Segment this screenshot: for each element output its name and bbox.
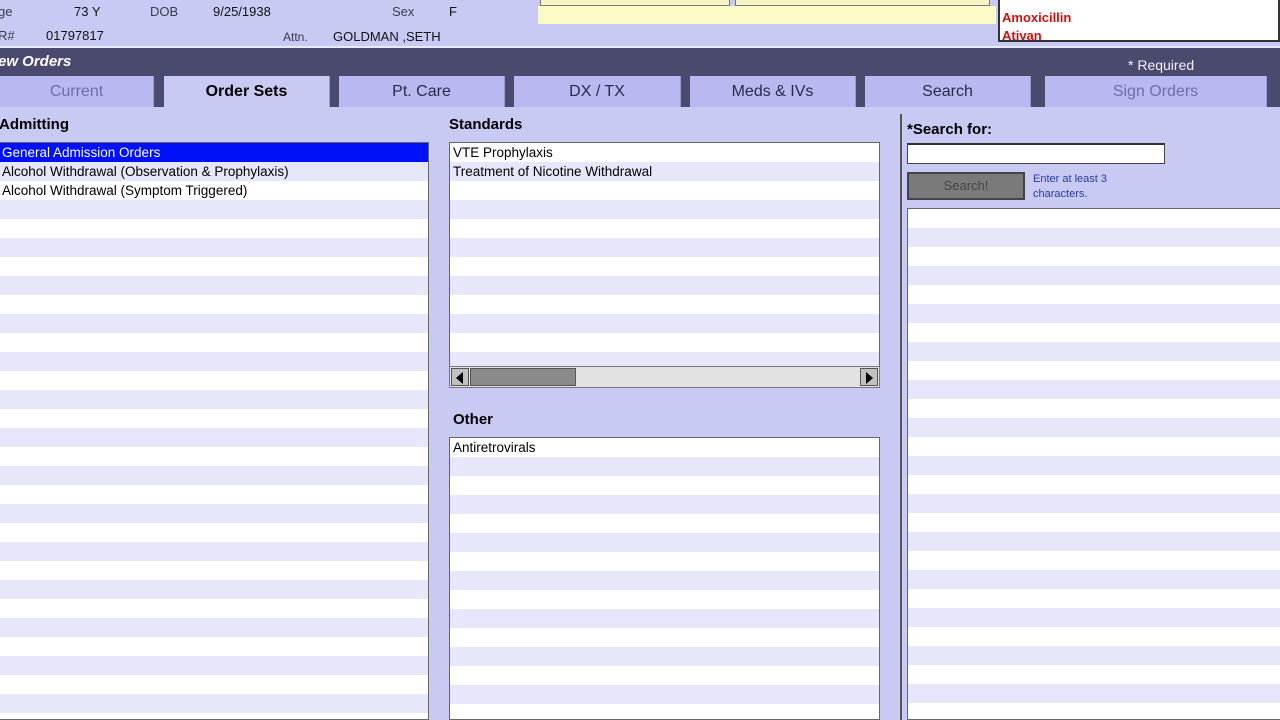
page-title: ew Orders [0, 53, 72, 70]
attn-value: GOLDMAN ,SETH [333, 29, 441, 44]
search-results-list[interactable] [907, 208, 1280, 720]
list-item[interactable]: Antiretrovirals [450, 438, 879, 457]
list-item[interactable]: Treatment of Nicotine Withdrawal [450, 162, 879, 181]
tab-bar: Current Order Sets Pt. Care DX / TX Meds… [0, 76, 1280, 107]
dob-value: 9/25/1938 [213, 4, 271, 19]
sex-label: Sex [392, 4, 415, 19]
tab-search[interactable]: Search [865, 76, 1031, 107]
mrn-label: R# [0, 28, 15, 43]
tab-sign-orders[interactable]: Sign Orders [1045, 76, 1267, 107]
search-label: *Search for: [907, 121, 993, 138]
patient-header: ge 73 Y DOB 9/25/1938 Sex F R# 01797817 … [0, 0, 1280, 46]
title-bar: ew Orders * Required [0, 46, 1280, 76]
dob-label: DOB [150, 4, 179, 19]
list-item[interactable]: VTE Prophylaxis [450, 143, 879, 162]
list-item[interactable]: General Admission Orders [0, 143, 428, 162]
allergy-item: Ativan [1002, 28, 1042, 42]
search-input[interactable] [907, 143, 1165, 164]
header-dropdown-1[interactable] [540, 0, 730, 6]
attn-label: Attn. [283, 30, 308, 44]
allergy-list: Amoxicillin Ativan [998, 0, 1280, 42]
allergy-item: Amoxicillin [1002, 10, 1072, 25]
header-note-area [538, 6, 996, 24]
age-value: 73 Y [74, 4, 101, 19]
tab-order-sets[interactable]: Order Sets [164, 76, 330, 107]
mrn-value: 01797817 [46, 28, 104, 43]
age-label: ge [0, 4, 13, 19]
other-list[interactable]: Antiretrovirals [449, 437, 880, 720]
search-hint: Enter at least 3 characters. [1033, 173, 1107, 200]
scroll-left-icon[interactable] [451, 368, 469, 386]
tab-meds-ivs[interactable]: Meds & IVs [690, 76, 856, 107]
required-note: * Required [1128, 57, 1195, 73]
list-item[interactable]: Alcohol Withdrawal (Observation & Prophy… [0, 162, 428, 181]
scroll-right-icon[interactable] [860, 368, 878, 386]
tab-current[interactable]: Current [0, 76, 154, 107]
sex-value: F [449, 4, 457, 19]
other-label: Other [453, 411, 494, 428]
standards-label: Standards [449, 116, 523, 133]
tab-pt-care[interactable]: Pt. Care [339, 76, 505, 107]
standards-horizontal-scrollbar[interactable] [449, 366, 880, 388]
list-item[interactable]: Alcohol Withdrawal (Symptom Triggered) [0, 181, 428, 200]
standards-list[interactable]: VTE Prophylaxis Treatment of Nicotine Wi… [449, 142, 880, 368]
header-dropdown-2[interactable] [735, 0, 990, 6]
search-button[interactable]: Search! [907, 172, 1025, 200]
tab-dx-tx[interactable]: DX / TX [514, 76, 681, 107]
scrollbar-thumb[interactable] [470, 368, 576, 386]
admitting-list[interactable]: General Admission Orders Alcohol Withdra… [0, 142, 429, 720]
admitting-label: Admitting [0, 116, 69, 133]
